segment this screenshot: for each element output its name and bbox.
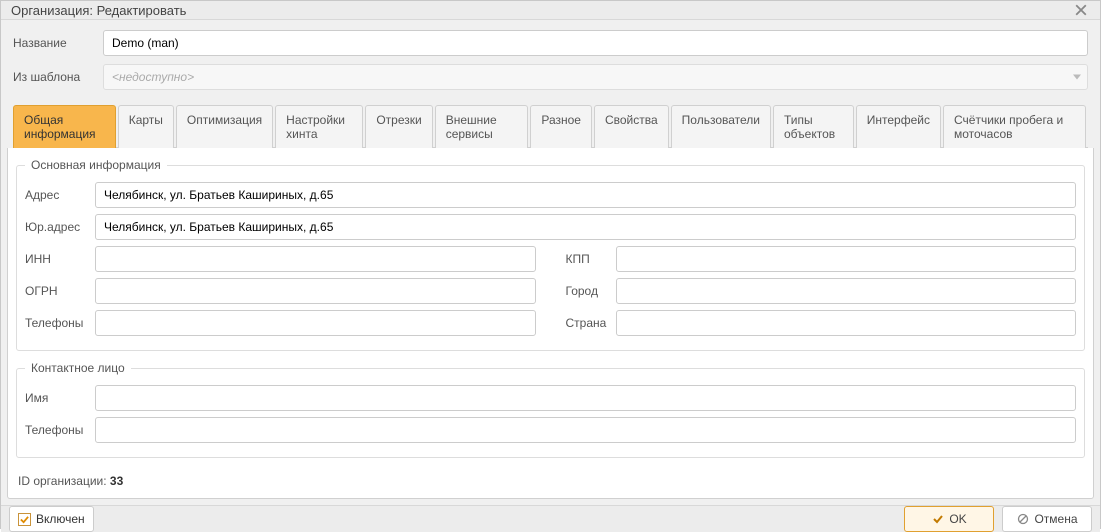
cancel-label: Отмена: [1034, 512, 1077, 526]
group-contact-person: Контактное лицо Имя Телефоны: [16, 361, 1085, 458]
legal-address-label: Юр.адрес: [25, 220, 95, 234]
footer: Включен OK Отмена: [1, 505, 1100, 532]
tabs-area: Общая информацияКартыОптимизацияНастройк…: [7, 104, 1094, 148]
org-id-label: ID организации:: [18, 474, 110, 488]
name-input[interactable]: [103, 30, 1088, 56]
tab-1[interactable]: Карты: [118, 105, 174, 148]
ogrn-label: ОГРН: [25, 284, 95, 298]
tab-content-general: Основная информация Адрес Юр.адрес ИНН: [7, 148, 1094, 499]
tab-2[interactable]: Оптимизация: [176, 105, 273, 148]
country-input[interactable]: [616, 310, 1077, 336]
inn-input[interactable]: [95, 246, 536, 272]
contact-phones-input[interactable]: [95, 417, 1076, 443]
ok-label: OK: [949, 512, 966, 526]
enabled-checkbox[interactable]: Включен: [9, 506, 94, 532]
tab-9[interactable]: Типы объектов: [773, 105, 854, 148]
phones-basic-label: Телефоны: [25, 316, 95, 330]
phones-basic-input[interactable]: [95, 310, 536, 336]
check-icon: [931, 513, 944, 526]
ogrn-input[interactable]: [95, 278, 536, 304]
contact-phones-label: Телефоны: [25, 423, 95, 437]
address-label: Адрес: [25, 188, 95, 202]
cancel-icon: [1016, 513, 1029, 526]
cancel-button[interactable]: Отмена: [1002, 506, 1092, 532]
name-label: Название: [13, 36, 103, 50]
close-icon[interactable]: [1072, 1, 1090, 19]
window-title: Организация: Редактировать: [11, 3, 1072, 18]
contact-name-label: Имя: [25, 391, 95, 405]
tab-7[interactable]: Свойства: [594, 105, 669, 148]
group-contact-legend: Контактное лицо: [25, 361, 131, 375]
tab-11[interactable]: Счётчики пробега и моточасов: [943, 105, 1086, 148]
kpp-input[interactable]: [616, 246, 1077, 272]
tab-10[interactable]: Интерфейс: [856, 105, 941, 148]
tab-3[interactable]: Настройки хинта: [275, 105, 363, 148]
group-basic-legend: Основная информация: [25, 158, 167, 172]
tab-5[interactable]: Внешние сервисы: [435, 105, 529, 148]
tab-6[interactable]: Разное: [530, 105, 592, 148]
titlebar: Организация: Редактировать: [1, 1, 1100, 20]
city-label: Город: [566, 284, 616, 298]
org-id-line: ID организации: 33: [16, 468, 1085, 490]
template-dropdown: <недоступно>: [103, 64, 1088, 90]
template-label: Из шаблона: [13, 70, 103, 84]
address-input[interactable]: [95, 182, 1076, 208]
chevron-down-icon: [1073, 75, 1081, 80]
legal-address-input[interactable]: [95, 214, 1076, 240]
ok-button[interactable]: OK: [904, 506, 994, 532]
checkbox-icon: [18, 513, 31, 526]
tab-4[interactable]: Отрезки: [365, 105, 432, 148]
enabled-label: Включен: [36, 512, 85, 526]
tabs: Общая информацияКартыОптимизацияНастройк…: [13, 104, 1088, 148]
city-input[interactable]: [616, 278, 1077, 304]
header-section: Название Из шаблона <недоступно>: [1, 20, 1100, 104]
country-label: Страна: [566, 316, 616, 330]
tab-8[interactable]: Пользователи: [671, 105, 771, 148]
inn-label: ИНН: [25, 252, 95, 266]
contact-name-input[interactable]: [95, 385, 1076, 411]
group-basic-info: Основная информация Адрес Юр.адрес ИНН: [16, 158, 1085, 351]
template-placeholder: <недоступно>: [112, 70, 194, 84]
edit-organization-dialog: Организация: Редактировать Название Из ш…: [0, 0, 1101, 529]
org-id-value: 33: [110, 474, 123, 488]
kpp-label: КПП: [566, 252, 616, 266]
tab-0[interactable]: Общая информация: [13, 105, 116, 148]
